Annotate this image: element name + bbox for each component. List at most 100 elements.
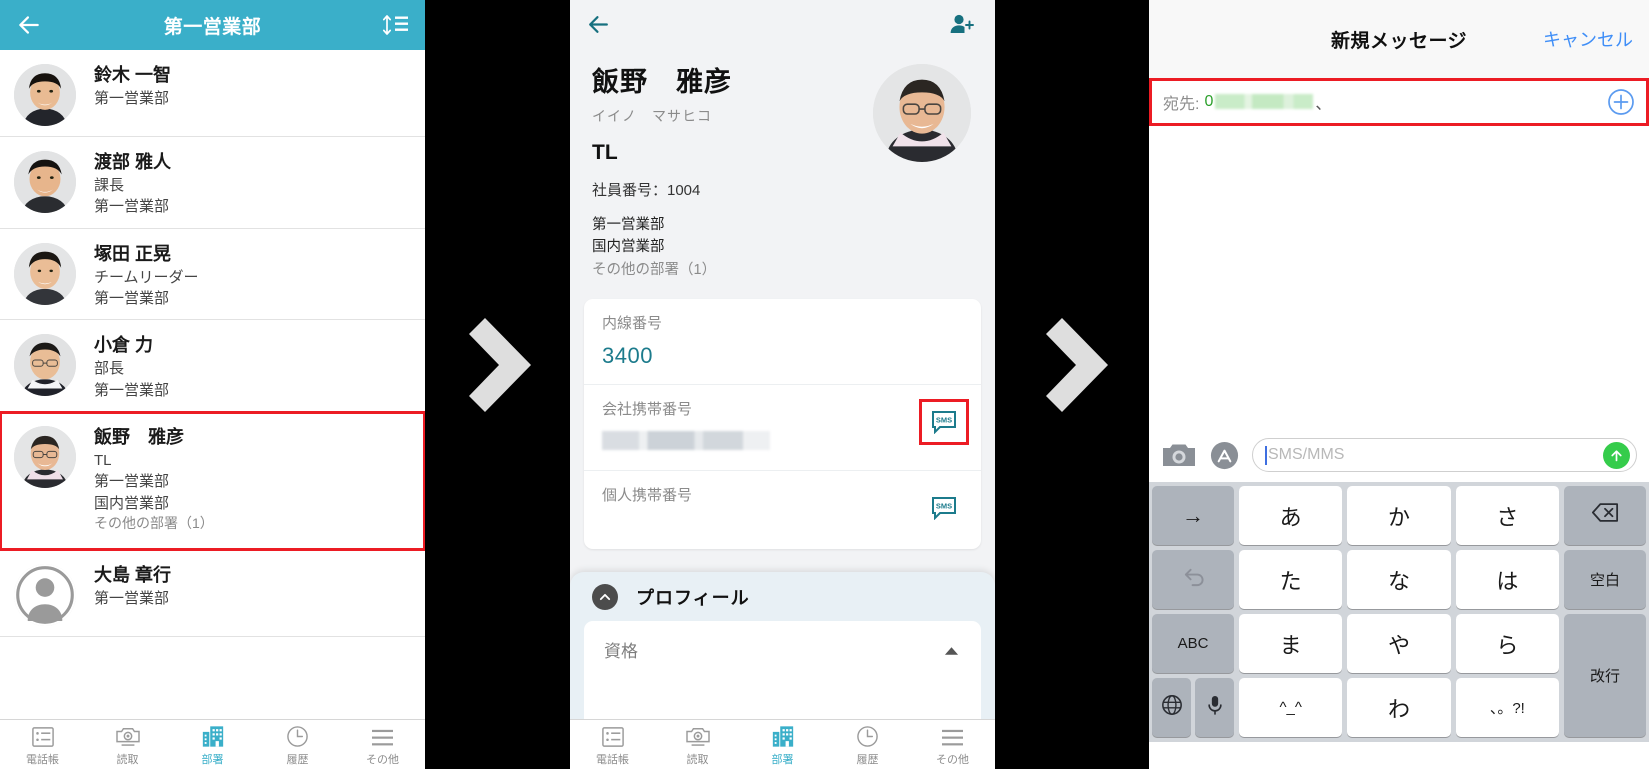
tab-読取[interactable]: 読取 (85, 722, 170, 767)
key-ABC[interactable]: ABC (1152, 614, 1234, 673)
tab-label: 電話帳 (26, 754, 59, 766)
sort-icon[interactable] (377, 8, 413, 42)
send-arrow-icon[interactable] (1603, 441, 1630, 469)
tab-電話帳[interactable]: 電話帳 (0, 722, 85, 767)
sms-button[interactable]: SMS (919, 399, 969, 446)
tab-履歴[interactable]: 履歴 (825, 722, 910, 767)
bottom-tabbar-panel1[interactable]: 電話帳 読取 部署 履歴 その他 (0, 719, 425, 769)
panel-contact-detail: 飯野 雅彦 イイノ マサヒコ TL 社員番号：1004 第一営業部 国内営業部 … (570, 0, 995, 769)
tab-その他[interactable]: その他 (340, 722, 425, 767)
contact-other-depts: その他の部署（1） (592, 261, 717, 278)
caret-up-icon[interactable] (944, 643, 959, 661)
camera-icon[interactable] (1161, 440, 1197, 470)
key-さ[interactable]: さ (1455, 486, 1559, 545)
sms-input-placeholder: SMS/MMS (1268, 446, 1345, 463)
profile-sheet: プロフィール 資格 (570, 572, 995, 768)
key-mic-icon[interactable] (1195, 678, 1234, 737)
tab-label: 読取 (116, 754, 139, 766)
contact-dept: 第一営業部 (94, 473, 170, 491)
key-た[interactable]: た (1239, 550, 1343, 609)
profile-sheet-header[interactable]: プロフィール (570, 572, 995, 621)
key-globe-icon[interactable] (1152, 678, 1191, 737)
phone-field[interactable]: 個人携帯番号 SMS (584, 471, 981, 549)
key-→[interactable]: → (1152, 486, 1234, 545)
message-input-bar: SMS/MMS (1149, 428, 1649, 482)
contact-row[interactable]: 小倉 力部長 第一営業部 (0, 320, 425, 413)
contact-row[interactable]: 鈴木 一智 第一営業部 (0, 50, 425, 137)
tab-履歴[interactable]: 履歴 (255, 722, 340, 767)
tab-label: 部署 (771, 754, 794, 766)
tab-label: その他 (366, 754, 399, 766)
hamburger-icon (940, 722, 965, 748)
camera-scan-icon (685, 722, 711, 748)
key-undo-icon[interactable] (1152, 550, 1234, 609)
tab-読取[interactable]: 読取 (655, 722, 740, 767)
clock-icon (286, 722, 309, 748)
phone-field-label: 会社携帯番号 (602, 401, 693, 419)
back-arrow-icon[interactable] (586, 9, 616, 39)
recipient-label: 宛先: (1163, 95, 1200, 113)
backspace-icon (1591, 502, 1619, 529)
phone-field[interactable]: 会社携帯番号 SMS (584, 385, 981, 472)
recipient-value-prefix: 0 (1204, 92, 1214, 110)
recipient-field[interactable]: 宛先: 0 、 (1149, 78, 1649, 126)
recipient-separator: 、 (1315, 95, 1332, 113)
tab-部署[interactable]: 部署 (170, 722, 255, 767)
clock-icon (856, 722, 879, 748)
key-か[interactable]: か (1347, 486, 1451, 545)
tab-電話帳[interactable]: 電話帳 (570, 722, 655, 767)
key-ま[interactable]: ま (1239, 614, 1343, 673)
key-ら[interactable]: ら (1455, 614, 1559, 673)
contact-dept: 第一営業部 (94, 381, 170, 399)
contact-info: 小倉 力部長 第一営業部 (76, 330, 169, 401)
key-、。?![interactable]: 、。?! (1455, 678, 1559, 737)
contact-info: 大島 章行 第一営業部 (76, 560, 171, 609)
contact-departments: 第一営業部 国内営業部 その他の部署（1） (592, 214, 973, 281)
key-は[interactable]: は (1455, 550, 1559, 609)
key-空白[interactable]: 空白 (1563, 550, 1646, 609)
add-circle-icon[interactable] (1607, 88, 1635, 116)
camera-scan-icon (115, 722, 141, 748)
undo-icon (1181, 565, 1206, 594)
contact-list[interactable]: 鈴木 一智 第一営業部 渡部 雅人 課長 第一営業部 塚田 正晃 チームリーダー 第一営業部小… (0, 50, 425, 719)
key-改行[interactable]: 改行 (1563, 614, 1646, 737)
contact-row[interactable]: 飯野 雅彦 TL 第一営業部 国内営業部 その他の部署（1） (0, 411, 425, 552)
phone-number-card: 内線番号 3400 会社携帯番号 SMS 個人携帯番号 SMS (584, 299, 981, 550)
tab-その他[interactable]: その他 (910, 722, 995, 767)
key-わ[interactable]: わ (1347, 678, 1451, 737)
japanese-keyboard[interactable]: → あかさたなは空白 ABC まやら改行 ^_^ わ、。?! (1149, 482, 1649, 742)
key-あ[interactable]: あ (1239, 486, 1343, 545)
contact-row[interactable]: 大島 章行 第一営業部 (0, 550, 425, 638)
contact-row[interactable]: 塚田 正晃 チームリーダー 第一営業部 (0, 228, 425, 321)
chevron-up-icon[interactable] (592, 584, 618, 610)
back-arrow-icon[interactable] (12, 8, 46, 42)
phone-field-label: 個人携帯番号 (602, 487, 693, 505)
app-store-icon[interactable] (1209, 440, 1240, 471)
keyboard-row: ABC まやら改行 (1152, 614, 1646, 737)
contact-name: 渡部 雅人 (94, 152, 172, 172)
phone-field[interactable]: 内線番号 3400 (584, 299, 981, 386)
bottom-tabbar-panel2[interactable]: 電話帳 読取 部署 履歴 その他 (570, 719, 995, 769)
keyboard-row: → あかさ (1152, 486, 1646, 545)
sms-button[interactable]: SMS (929, 495, 959, 521)
page-title: 第一営業部 (163, 16, 262, 38)
panel2-topbar (570, 0, 995, 48)
contact-role: TL (94, 452, 112, 470)
contact-row[interactable]: 渡部 雅人 課長 第一営業部 (0, 137, 425, 229)
key-backspace-icon[interactable] (1563, 486, 1646, 545)
key-^_^[interactable]: ^_^ (1239, 678, 1343, 737)
svg-text:SMS: SMS (936, 502, 952, 511)
profile-row-label: 資格 (604, 642, 638, 661)
phone-number-redacted (602, 431, 770, 451)
cancel-button[interactable]: キャンセル (1543, 26, 1633, 52)
add-person-icon[interactable] (945, 9, 979, 39)
tab-label: 部署 (201, 754, 224, 766)
contact-name: 小倉 力 (94, 335, 154, 356)
key-な[interactable]: な (1347, 550, 1451, 609)
tab-部署[interactable]: 部署 (740, 722, 825, 767)
keyboard-bottom-left-group (1152, 678, 1234, 737)
tab-label: 電話帳 (596, 754, 629, 766)
contact-role: チームリーダー (94, 268, 199, 286)
sms-input[interactable]: SMS/MMS (1252, 438, 1637, 472)
key-や[interactable]: や (1347, 614, 1451, 673)
